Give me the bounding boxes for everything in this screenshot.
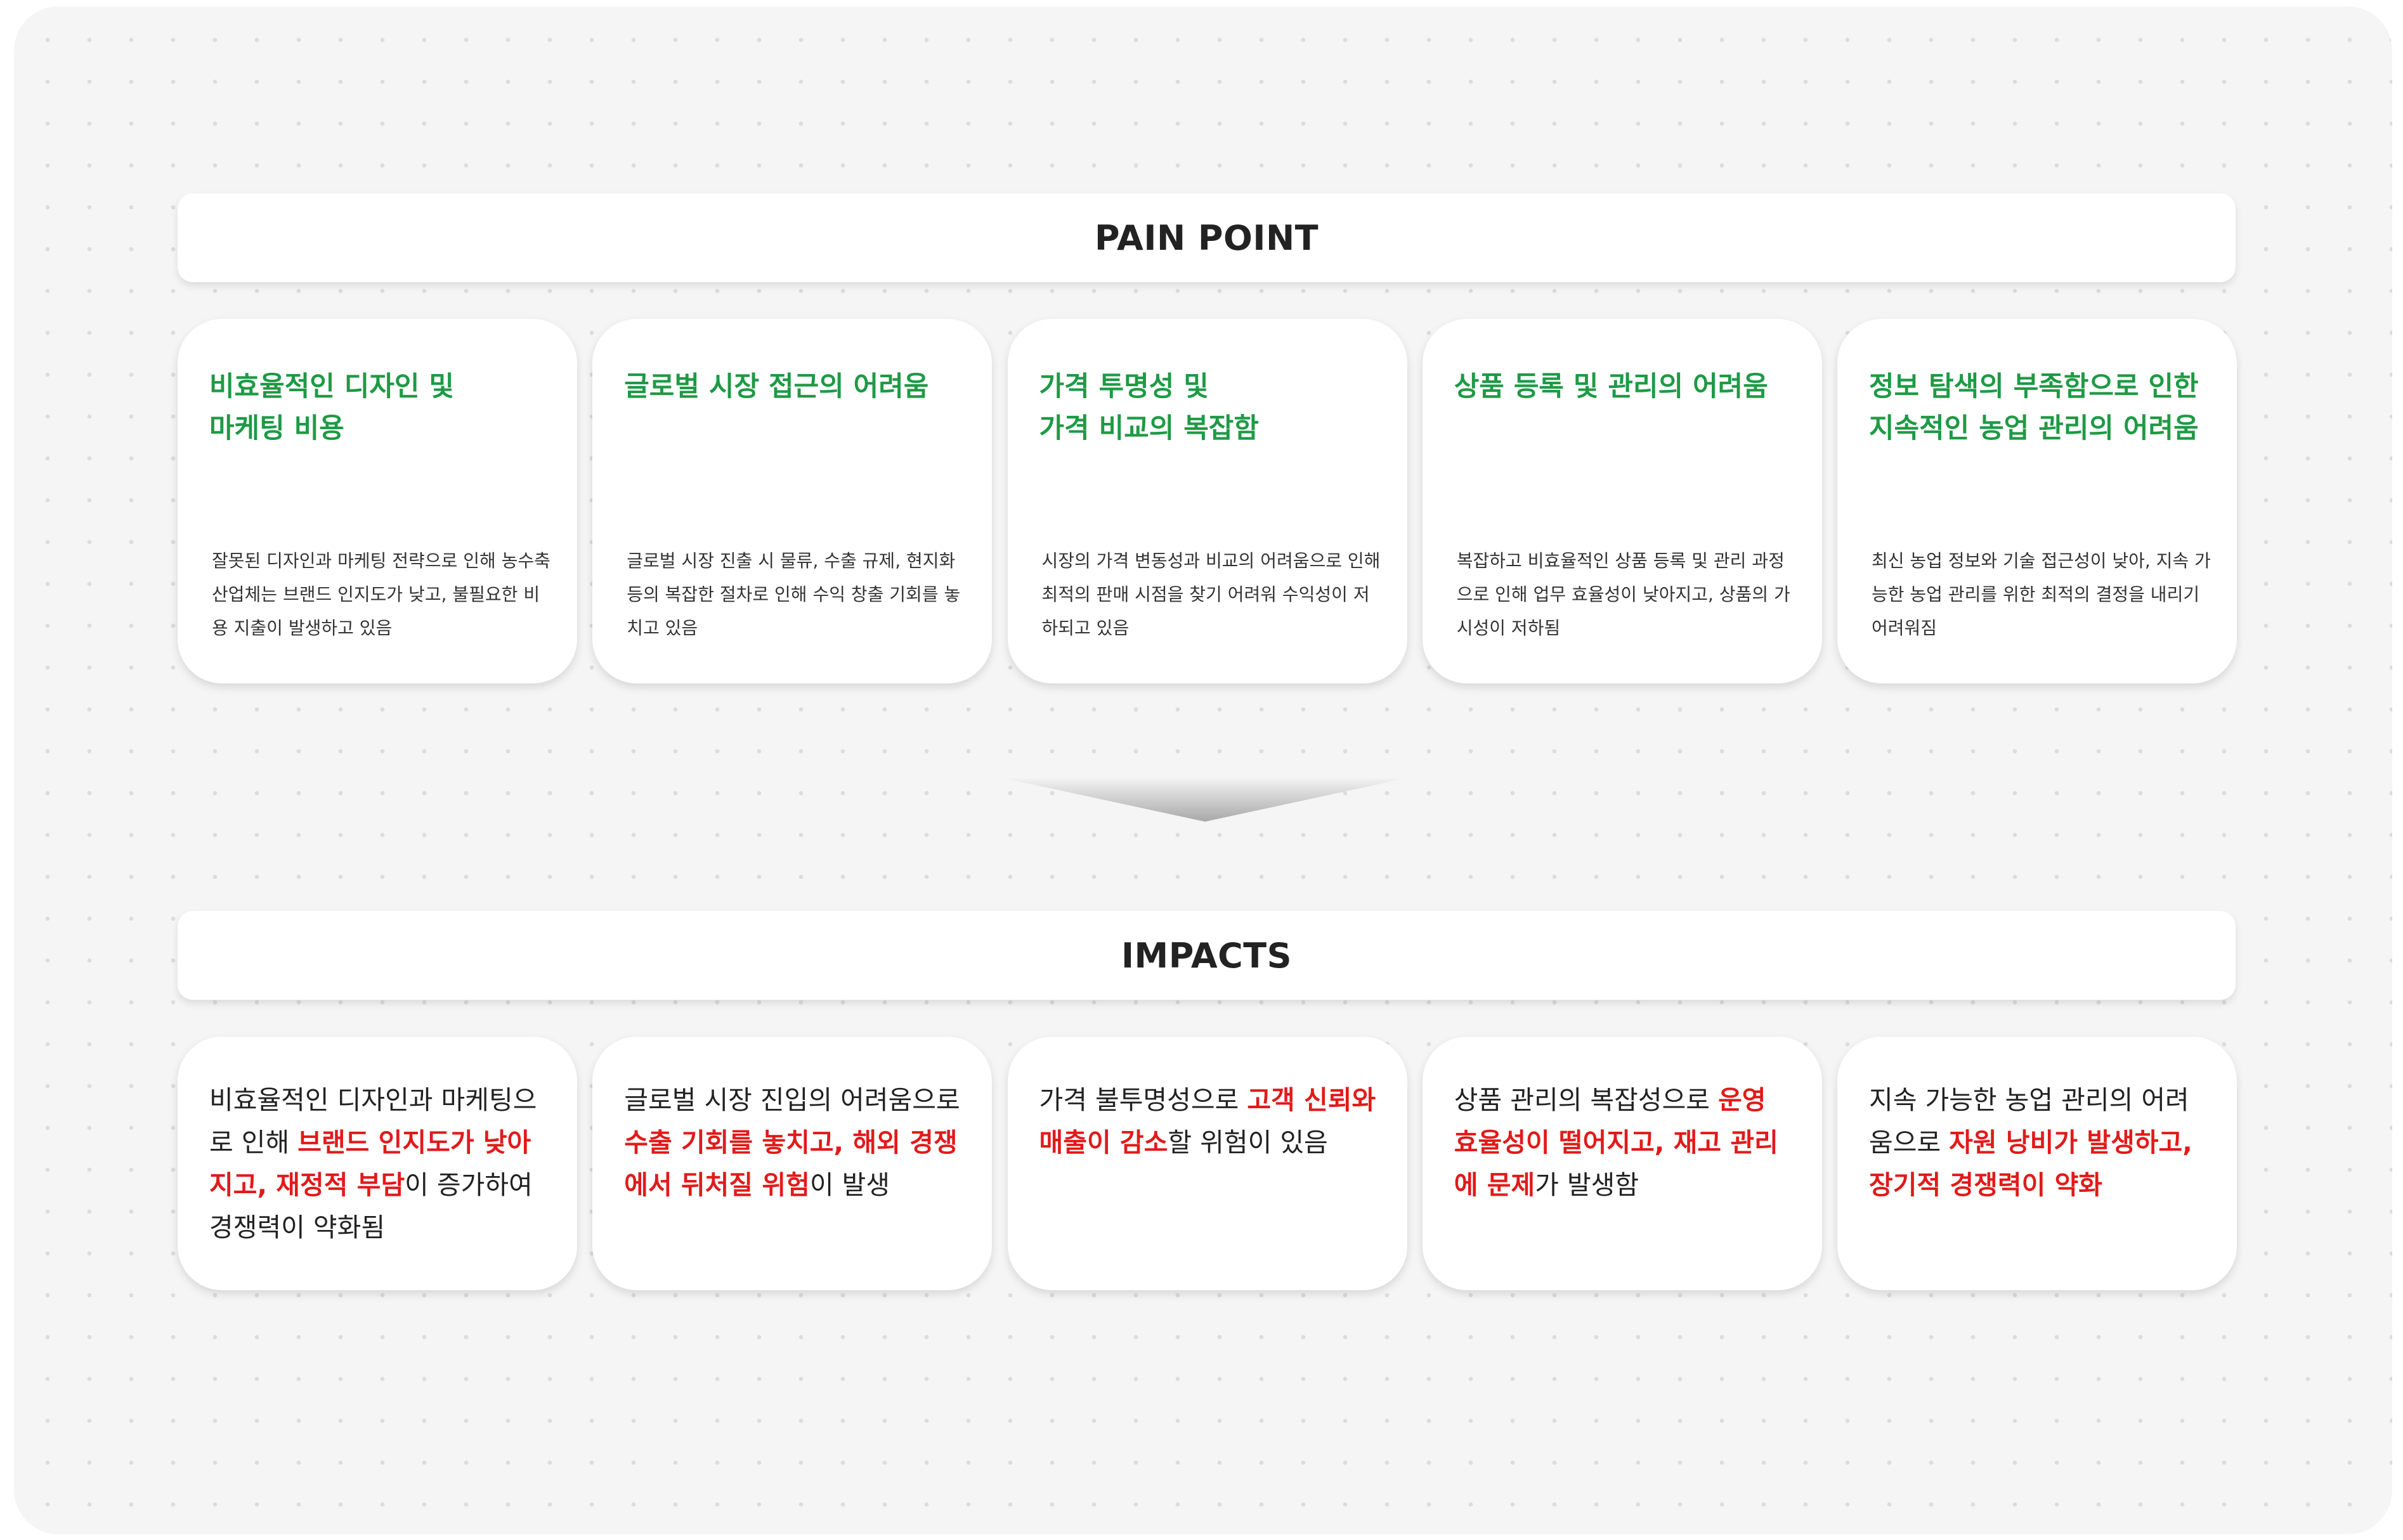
impact-text: 글로벌 시장 진입의 어려움으로 수출 기회를 놓치고, 해외 경쟁에서 뒤처질… [624, 1079, 967, 1207]
impact-card: 가격 불투명성으로 고객 신뢰와 매출이 감소할 위험이 있음 [1007, 1037, 1407, 1290]
down-arrow-icon [1005, 779, 1405, 822]
pain-point-title: 정보 탐색의 부족함으로 인한 지속적인 농업 관리의 어려움 [1869, 371, 2199, 444]
impacts-header: IMPACTS [178, 911, 2236, 1000]
pain-point-description: 최신 농업 정보와 기술 접근성이 낮아, 지속 가능한 농업 관리를 위한 최… [1872, 550, 2211, 638]
impact-cards: 비효율적인 디자인과 마케팅으로 인해 브랜드 인지도가 낮아지고, 재정적 부… [178, 1037, 2237, 1290]
impact-text: 비효율적인 디자인과 마케팅으로 인해 브랜드 인지도가 낮아지고, 재정적 부… [209, 1079, 552, 1249]
impact-text: 지속 가능한 농업 관리의 어려움으로 자원 낭비가 발생하고, 장기적 경쟁력… [1869, 1079, 2211, 1207]
pain-point-description: 글로벌 시장 진출 시 물류, 수출 규제, 현지화 등의 복잡한 절차로 인해… [627, 550, 961, 638]
pain-point-description: 복잡하고 비효율적인 상품 등록 및 관리 과정으로 인해 업무 효율성이 낮아… [1456, 550, 1790, 638]
impact-card: 비효율적인 디자인과 마케팅으로 인해 브랜드 인지도가 낮아지고, 재정적 부… [178, 1037, 577, 1290]
pain-point-title: 상품 등록 및 관리의 어려움 [1454, 371, 1768, 403]
impact-card: 지속 가능한 농업 관리의 어려움으로 자원 낭비가 발생하고, 장기적 경쟁력… [1837, 1037, 2237, 1290]
pain-point-heading: PAIN POINT [1094, 217, 1319, 258]
pain-point-title: 가격 투명성 및 가격 비교의 복잡함 [1039, 371, 1259, 444]
impact-text-lead: 가격 불투명성으로 [1039, 1085, 1247, 1115]
pain-point-card: 비효율적인 디자인 및 마케팅 비용 잘못된 디자인과 마케팅 전략으로 인해 … [178, 319, 577, 683]
pain-point-title: 글로벌 시장 접근의 어려움 [624, 371, 929, 403]
impact-highlight: 수출 기회를 놓치고, 해외 경쟁에서 뒤처질 위험 [624, 1127, 958, 1200]
pain-point-card: 글로벌 시장 접근의 어려움 글로벌 시장 진출 시 물류, 수출 규제, 현지… [592, 319, 993, 683]
pain-point-description: 잘못된 디자인과 마케팅 전략으로 인해 농수축 산업체는 브랜드 인지도가 낮… [212, 550, 550, 638]
impact-text-lead: 글로벌 시장 진입의 어려움으로 [624, 1085, 960, 1115]
pain-point-card: 정보 탐색의 부족함으로 인한 지속적인 농업 관리의 어려움 최신 농업 정보… [1837, 319, 2237, 683]
pain-point-cards: 비효율적인 디자인 및 마케팅 비용 잘못된 디자인과 마케팅 전략으로 인해 … [178, 319, 2237, 683]
pain-point-card: 상품 등록 및 관리의 어려움 복잡하고 비효율적인 상품 등록 및 관리 과정… [1422, 319, 1822, 683]
impact-text-lead: 상품 관리의 복잡성으로 [1454, 1085, 1719, 1115]
impact-card: 글로벌 시장 진입의 어려움으로 수출 기회를 놓치고, 해외 경쟁에서 뒤처질… [592, 1037, 993, 1290]
pain-point-header: PAIN POINT [178, 193, 2236, 282]
impact-text-tail: 이 발생 [809, 1170, 890, 1200]
pain-point-description: 시장의 가격 변동성과 비교의 어려움으로 인해 최적의 판매 시점을 찾기 어… [1041, 550, 1381, 638]
impacts-heading: IMPACTS [1121, 935, 1293, 976]
impact-card: 상품 관리의 복잡성으로 운영 효율성이 떨어지고, 재고 관리에 문제가 발생… [1422, 1037, 1822, 1290]
impact-text-tail: 가 발생함 [1535, 1170, 1639, 1200]
impact-text: 가격 불투명성으로 고객 신뢰와 매출이 감소할 위험이 있음 [1039, 1079, 1382, 1164]
impact-text-tail: 할 위험이 있음 [1168, 1127, 1328, 1158]
pain-point-title: 비효율적인 디자인 및 마케팅 비용 [209, 371, 454, 444]
impact-text: 상품 관리의 복잡성으로 운영 효율성이 떨어지고, 재고 관리에 문제가 발생… [1454, 1079, 1797, 1207]
pain-point-card: 가격 투명성 및 가격 비교의 복잡함 시장의 가격 변동성과 비교의 어려움으… [1007, 319, 1407, 683]
